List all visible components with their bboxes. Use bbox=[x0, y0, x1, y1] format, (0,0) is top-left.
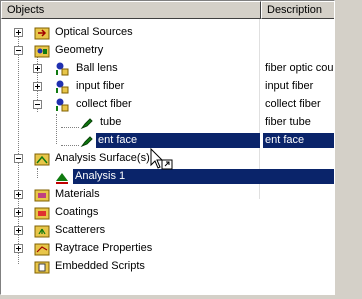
folder-materials-icon bbox=[34, 187, 50, 203]
folder-scripts-icon bbox=[34, 259, 50, 275]
surface-icon bbox=[79, 115, 95, 131]
tree-item-label: Analysis Surface(s) bbox=[55, 152, 150, 164]
tree-item-label: Materials bbox=[55, 188, 100, 200]
folder-shapes-icon bbox=[34, 43, 50, 59]
lens-assembly-icon bbox=[54, 97, 70, 113]
expand-icon[interactable] bbox=[14, 244, 23, 253]
drag-cursor-icon bbox=[150, 147, 176, 174]
tree-item-raytrace-properties[interactable]: Raytrace Properties bbox=[1, 240, 334, 258]
tree-item-description: fiber optic coup bbox=[265, 62, 335, 74]
description-column-header[interactable]: Description bbox=[261, 1, 334, 19]
tree-item-scatterers[interactable]: Scatterers bbox=[1, 222, 334, 240]
expand-icon[interactable] bbox=[14, 190, 23, 199]
folder-arrow-icon bbox=[34, 25, 50, 41]
tree-item-label: Raytrace Properties bbox=[55, 242, 153, 254]
expand-icon[interactable] bbox=[14, 28, 23, 37]
folder-coatings-icon bbox=[34, 205, 50, 221]
lens-assembly-icon bbox=[54, 79, 70, 95]
tree-item-description: fiber tube bbox=[265, 116, 311, 128]
tree-item-description: input fiber bbox=[265, 80, 314, 92]
tree-item-optical-sources[interactable]: Optical Sources bbox=[1, 24, 334, 42]
tree-item-label: Geometry bbox=[55, 44, 104, 56]
expand-icon[interactable] bbox=[14, 208, 23, 217]
analysis-surface-icon bbox=[54, 169, 70, 185]
tree-item-label: tube bbox=[100, 116, 122, 128]
lens-assembly-icon bbox=[54, 61, 70, 77]
tree-item-geometry[interactable]: Geometry bbox=[1, 42, 334, 60]
objects-column-header[interactable]: Objects bbox=[1, 1, 261, 19]
tree-item-coatings[interactable]: Coatings bbox=[1, 204, 334, 222]
tree-item-ball-lens[interactable]: Ball lens fiber optic coup bbox=[1, 60, 334, 78]
surface-icon bbox=[79, 133, 95, 149]
tree-item-label: Scatterers bbox=[55, 224, 106, 236]
right-pane-background bbox=[335, 0, 362, 299]
tree-item-description: collect fiber bbox=[265, 98, 321, 110]
expand-icon[interactable] bbox=[33, 82, 42, 91]
folder-analysis-icon bbox=[34, 151, 50, 167]
tree-item-label: Optical Sources bbox=[55, 26, 133, 38]
expand-icon[interactable] bbox=[14, 226, 23, 235]
tree-item-collect-fiber[interactable]: collect fiber collect fiber bbox=[1, 96, 334, 114]
tree-item-materials[interactable]: Materials bbox=[1, 186, 334, 204]
tree-item-input-fiber[interactable]: input fiber input fiber bbox=[1, 78, 334, 96]
tree-item-label: Embedded Scripts bbox=[55, 260, 145, 272]
folder-raytrace-icon bbox=[34, 241, 50, 257]
collapse-icon[interactable] bbox=[33, 100, 42, 109]
tree-item-label: collect fiber bbox=[76, 98, 132, 110]
folder-scatter-icon bbox=[34, 223, 50, 239]
tree-item-description: ent face bbox=[263, 133, 334, 148]
tree-item-tube[interactable]: tube fiber tube bbox=[1, 114, 334, 132]
tree-item-label: Ball lens bbox=[76, 62, 118, 74]
tree-item-label: ent face bbox=[96, 133, 260, 148]
tree-item-embedded-scripts[interactable]: Embedded Scripts bbox=[1, 258, 334, 276]
tree-item-label: input fiber bbox=[76, 80, 125, 92]
tree-item-label: Coatings bbox=[55, 206, 99, 218]
tree-item-label: Analysis 1 bbox=[73, 169, 334, 184]
expand-icon[interactable] bbox=[33, 64, 42, 73]
collapse-icon[interactable] bbox=[14, 46, 23, 55]
tree-header: Objects Description bbox=[1, 1, 334, 19]
collapse-icon[interactable] bbox=[14, 154, 23, 163]
